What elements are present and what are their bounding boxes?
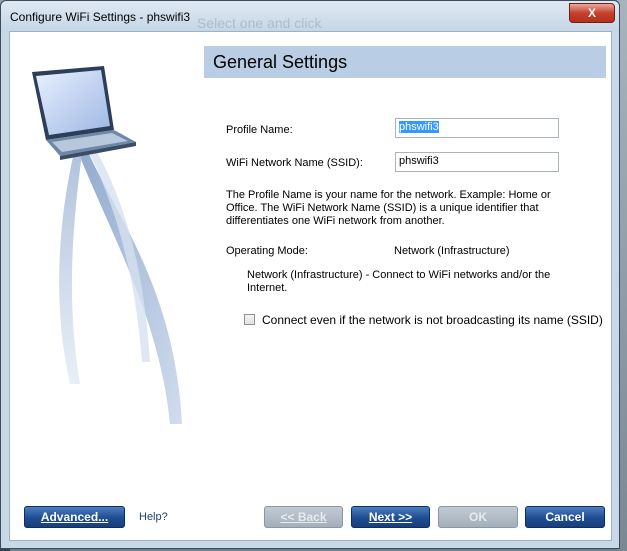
- dialog-content: General Settings Profile Name: phswifi3 …: [9, 31, 612, 541]
- section-title: General Settings: [213, 52, 348, 72]
- dialog-window: Configure WiFi Settings - phswifi3 Selec…: [0, 0, 620, 549]
- ssid-value: phswifi3: [399, 155, 439, 167]
- description-line: differentiates one WiFi network from ano…: [226, 215, 445, 227]
- ok-button[interactable]: OK: [438, 506, 518, 528]
- help-link[interactable]: Help?: [139, 511, 168, 523]
- profile-name-input[interactable]: phswifi3: [395, 118, 559, 138]
- broadcast-checkbox-label[interactable]: Connect even if the network is not broad…: [262, 313, 603, 327]
- profile-description: The Profile Name is your name for the ne…: [226, 189, 551, 228]
- advanced-button[interactable]: Advanced...: [24, 506, 125, 528]
- ssid-input[interactable]: phswifi3: [395, 152, 559, 172]
- mode-description: Network (Infrastructure) - Connect to Wi…: [247, 269, 550, 295]
- window-title: Configure WiFi Settings - phswifi3: [10, 10, 191, 24]
- close-button[interactable]: X: [569, 3, 615, 23]
- laptop-illustration-icon: [32, 66, 182, 424]
- title-bar[interactable]: Configure WiFi Settings - phswifi3 Selec…: [1, 1, 619, 31]
- mode-description-line: Internet.: [247, 282, 288, 294]
- profile-name-value: phswifi3: [399, 121, 439, 133]
- background-window-text: Select one and click: [197, 15, 322, 31]
- section-header: General Settings: [204, 46, 606, 78]
- cancel-button[interactable]: Cancel: [525, 506, 605, 528]
- description-line: Office. The WiFi Network Name (SSID) is …: [226, 202, 539, 214]
- operating-mode-value: Network (Infrastructure): [394, 245, 510, 257]
- mode-description-line: Network (Infrastructure) - Connect to Wi…: [247, 269, 551, 281]
- broadcast-checkbox[interactable]: [244, 314, 255, 325]
- profile-name-label: Profile Name:: [226, 124, 293, 136]
- description-line: The Profile Name is your name for the ne…: [226, 189, 551, 201]
- operating-mode-label: Operating Mode:: [226, 245, 308, 257]
- next-button[interactable]: Next >>: [351, 506, 430, 528]
- ssid-label: WiFi Network Name (SSID):: [226, 157, 363, 169]
- back-button[interactable]: << Back: [264, 506, 343, 528]
